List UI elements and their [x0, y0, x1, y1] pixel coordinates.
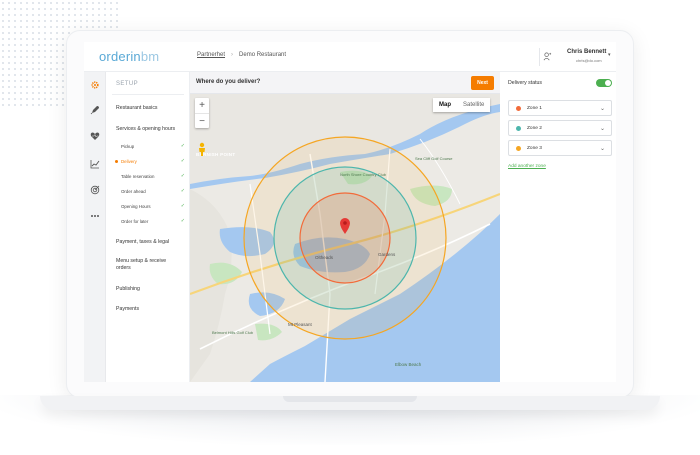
map-place-label: Sea Cliff Golf Course: [415, 156, 453, 161]
nav-subitem-delivery[interactable]: Delivery ✓: [115, 158, 185, 164]
zoom-out-button[interactable]: −: [195, 113, 209, 128]
delivery-zones-panel: Delivery status Zone 1 ⌄ Zone 2 ⌄ Zone 3…: [500, 72, 616, 382]
map-place-label: Belmont Hills Golf Club: [212, 330, 254, 335]
panel-title: Where do you deliver?: [196, 79, 261, 85]
breadcrumb: Partnerhet › Demo Restaurant: [197, 52, 286, 58]
zoom-control: + −: [195, 98, 209, 128]
nav-item-menu-setup[interactable]: Menu setup & receive orders: [116, 258, 180, 272]
check-icon: ✓: [180, 188, 185, 194]
zone-color-dot: [516, 106, 521, 111]
map-toolbar: Where do you deliver? Next: [190, 72, 500, 94]
subitem-label: Pickup: [121, 143, 135, 149]
map-type-map-button[interactable]: Map: [433, 98, 457, 112]
nav-item-services[interactable]: Services & opening hours: [116, 126, 175, 132]
zone-color-dot: [516, 146, 521, 151]
map-place-label: Mt Pleasant: [288, 322, 312, 327]
logo-suffix: bm: [140, 49, 160, 64]
zone-1-select[interactable]: Zone 1 ⌄: [508, 100, 612, 116]
nav-subitem-table-reservation[interactable]: Table reservation ✓: [121, 173, 185, 179]
zone-label: Zone 1: [527, 106, 542, 111]
chevron-right-icon: ›: [231, 52, 234, 58]
rocket-icon[interactable]: [89, 104, 101, 116]
more-icon[interactable]: [89, 210, 101, 222]
subitem-label: Opening Hours: [121, 203, 151, 209]
pegman-icon[interactable]: [197, 142, 207, 156]
subitem-label: Order for later: [121, 218, 149, 224]
zoom-in-button[interactable]: +: [195, 98, 209, 113]
icon-rail: [84, 72, 106, 382]
delivery-status-toggle[interactable]: [596, 79, 612, 87]
subitem-label: Table reservation: [121, 173, 155, 179]
nav-subitem-opening-hours[interactable]: Opening Hours ✓: [121, 203, 185, 209]
chevron-down-icon: ⌄: [600, 106, 606, 112]
next-button[interactable]: Next: [471, 76, 494, 90]
nav-item-publishing[interactable]: Publishing: [116, 286, 140, 292]
check-icon: ✓: [180, 143, 185, 149]
check-icon: ✓: [180, 203, 185, 209]
zone-2-select[interactable]: Zone 2 ⌄: [508, 120, 612, 136]
map-place-label: North Shore Country Club: [340, 172, 387, 177]
map-type-satellite-button[interactable]: Satellite: [457, 98, 490, 112]
check-icon: ✓: [180, 158, 185, 164]
zone-label: Zone 3: [527, 146, 542, 151]
add-zone-link[interactable]: Add another zone: [508, 164, 546, 169]
gear-icon[interactable]: [89, 79, 101, 91]
logo[interactable]: orderinbm: [99, 49, 159, 64]
app-screen: orderinbm Partnerhet › Demo Restaurant C…: [84, 42, 616, 382]
nav-heading: SETUP: [116, 81, 139, 87]
chart-icon[interactable]: [89, 158, 101, 170]
nav-divider: [112, 94, 184, 95]
nav-item-payment-taxes[interactable]: Payment, taxes & legal: [116, 239, 169, 245]
nav-subitem-order-for-later[interactable]: Order for later ✓: [121, 218, 185, 224]
zone-color-dot: [516, 126, 521, 131]
setup-nav: SETUP Restaurant basics Services & openi…: [106, 72, 190, 382]
map-canvas[interactable]: BARNISH POINT North Shore Country Club S…: [190, 94, 500, 382]
map-place-label: Elbow Beach: [395, 362, 422, 367]
delivery-status-label: Delivery status: [508, 80, 543, 86]
user-name[interactable]: Chris Bennett: [567, 49, 606, 55]
nav-subitem-order-ahead[interactable]: Order ahead ✓: [121, 188, 185, 194]
check-icon: ✓: [180, 218, 185, 224]
heart-icon[interactable]: [89, 130, 101, 142]
map-graphic: [190, 94, 500, 382]
nav-subitem-pickup[interactable]: Pickup ✓: [121, 143, 185, 149]
caret-down-icon[interactable]: ▾: [608, 52, 611, 58]
nav-item-payments[interactable]: Payments: [116, 306, 139, 312]
zone-3-select[interactable]: Zone 3 ⌄: [508, 140, 612, 156]
app-header: orderinbm Partnerhet › Demo Restaurant C…: [84, 42, 616, 72]
check-icon: ✓: [180, 173, 185, 179]
delivery-map-panel: Where do you deliver? Next BARNISH POINT…: [190, 72, 500, 382]
chevron-down-icon: ⌄: [600, 126, 606, 132]
zone-label: Zone 2: [527, 126, 542, 131]
nav-item-restaurant-basics[interactable]: Restaurant basics: [116, 105, 158, 111]
chevron-down-icon: ⌄: [600, 146, 606, 152]
breadcrumb-link-partner[interactable]: Partnerhet: [197, 52, 225, 58]
subitem-label: Order ahead: [121, 188, 146, 194]
breadcrumb-current: Demo Restaurant: [239, 52, 287, 58]
map-place-label: Gardens: [378, 252, 396, 257]
target-icon[interactable]: [89, 184, 101, 196]
subitem-label: Delivery: [121, 158, 137, 164]
header-divider: [539, 48, 540, 66]
map-place-label: Oltheads: [315, 255, 334, 260]
user-switch-icon[interactable]: [543, 52, 552, 61]
map-type-toggle: Map Satellite: [433, 98, 491, 112]
logo-prefix: orderin: [99, 49, 141, 64]
user-email: chris@do.com: [576, 58, 602, 63]
laptop-notch: [283, 396, 417, 402]
